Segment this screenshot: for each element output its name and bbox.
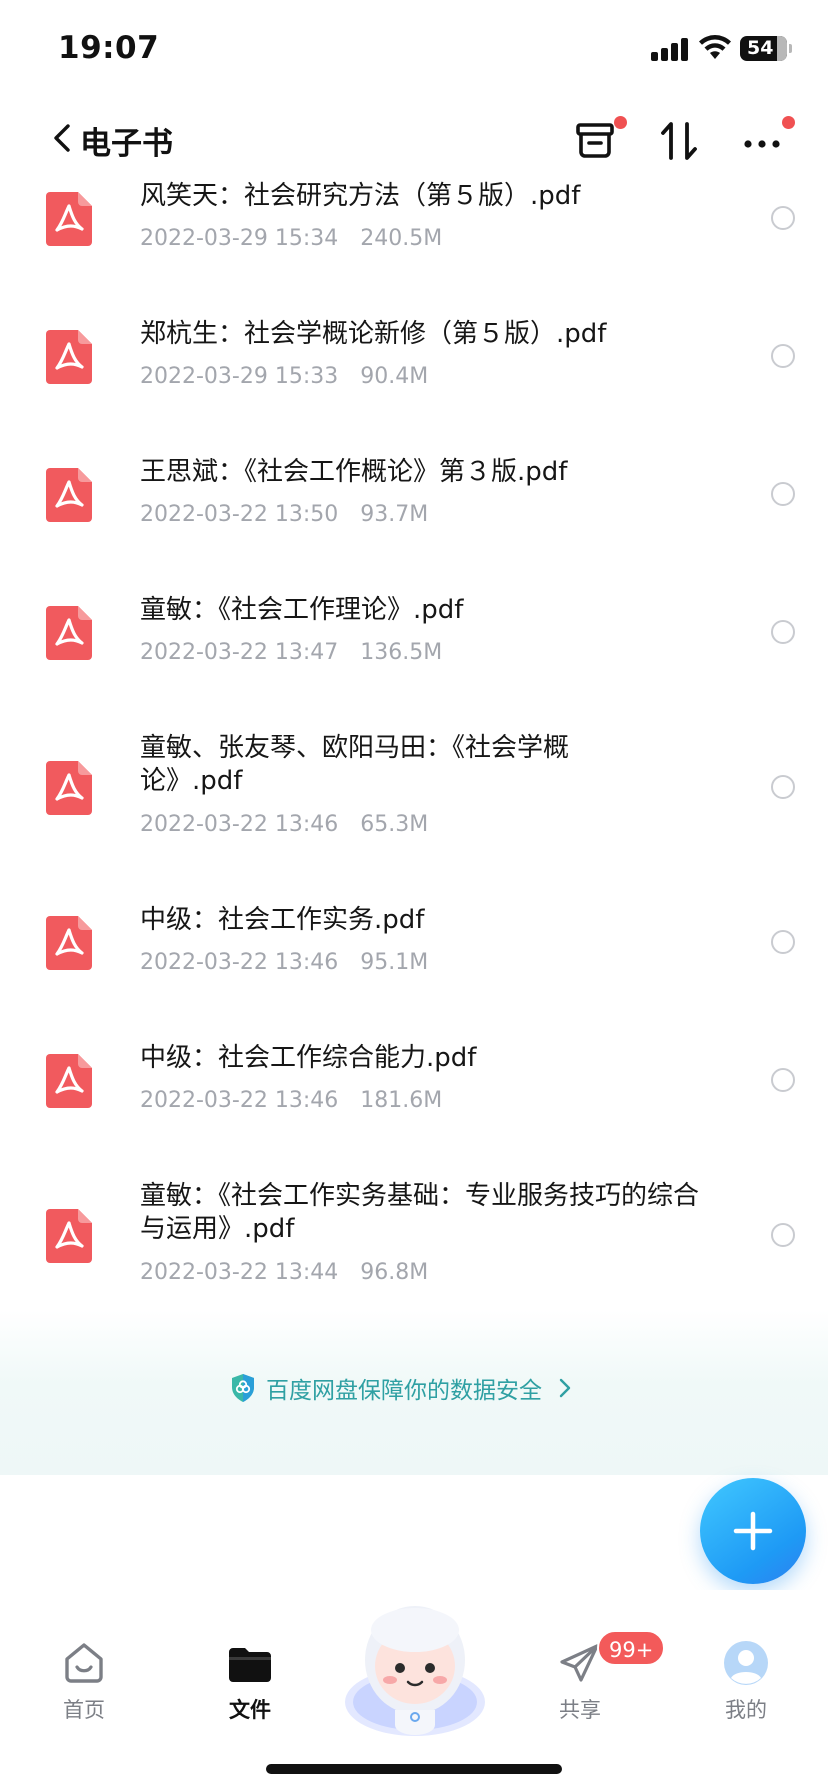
file-row[interactable]: 王思斌：《社会工作概论》第３版.pdf 2022-03-22 13:50 93.7… [0, 456, 828, 594]
transfer-box-icon [576, 123, 614, 158]
file-name: 中级：社会工作实务.pdf [140, 905, 425, 935]
file-meta: 2022-03-22 13:46 95.1M [140, 950, 428, 975]
pdf-file-icon [46, 916, 92, 970]
file-row[interactable]: 中级：社会工作实务.pdf 2022-03-22 13:46 95.1M [0, 904, 828, 1042]
file-size: 96.8M [360, 1260, 429, 1285]
sort-icon [661, 122, 697, 160]
file-size: 93.7M [360, 502, 429, 527]
more-icon [744, 140, 780, 148]
tab-label: 首页 [63, 1698, 105, 1722]
back-button[interactable] [48, 118, 78, 158]
select-checkbox[interactable] [771, 206, 795, 230]
file-date: 2022-03-29 15:34 [140, 226, 339, 251]
select-checkbox[interactable] [771, 930, 795, 954]
file-size: 136.5M [360, 640, 443, 665]
file-date: 2022-03-22 13:44 [140, 1260, 339, 1285]
file-name: 中级：社会工作综合能力.pdf [140, 1043, 477, 1073]
file-row[interactable]: 中级：社会工作综合能力.pdf 2022-03-22 13:46 181.6M [0, 1042, 828, 1180]
file-size: 95.1M [360, 950, 429, 975]
shield-icon [232, 1374, 254, 1402]
folder-icon [229, 1648, 271, 1682]
pdf-file-icon [46, 1054, 92, 1108]
file-date: 2022-03-22 13:50 [140, 502, 339, 527]
file-row[interactable]: 郑杭生：社会学概论新修（第５版）.pdf 2022-03-29 15:33 90.… [0, 318, 828, 456]
home-icon [65, 1643, 103, 1683]
file-date: 2022-03-22 13:47 [140, 640, 339, 665]
select-checkbox[interactable] [771, 620, 795, 644]
select-checkbox[interactable] [771, 482, 795, 506]
file-date: 2022-03-22 13:46 [140, 1088, 339, 1113]
nav-header: 电子书 [0, 100, 828, 180]
file-row[interactable]: 风笑天：社会研究方法（第５版）.pdf 2022-03-29 15:34 240.… [0, 180, 828, 318]
status-bar: 19:07 54 [0, 0, 828, 100]
file-meta: 2022-03-22 13:50 93.7M [140, 502, 428, 527]
file-row[interactable]: 童敏、张友琴、欧阳马田：《社会学概论》.pdf 2022-03-22 13:46… [0, 732, 828, 904]
tab-label: 文件 [229, 1698, 271, 1722]
battery-level: 54 [747, 37, 774, 59]
file-date: 2022-03-22 13:46 [140, 812, 339, 837]
tab-label: 我的 [725, 1698, 767, 1722]
file-size: 181.6M [360, 1088, 443, 1113]
security-banner-text: 百度网盘保障你的数据安全 [266, 1378, 542, 1404]
share-count-badge: 99+ [597, 1630, 666, 1666]
wifi-icon [699, 35, 731, 59]
select-checkbox[interactable] [771, 1223, 795, 1247]
mascot-assistant-icon[interactable] [340, 1590, 490, 1740]
file-name: 风笑天：社会研究方法（第５版）.pdf [140, 181, 581, 211]
file-size: 240.5M [360, 226, 443, 251]
file-name: 童敏：《社会工作实务基础：专业服务技巧的综合与运用》.pdf [140, 1181, 700, 1244]
cellular-signal-icon [651, 37, 689, 61]
pdf-file-icon [46, 1209, 92, 1263]
file-name: 王思斌：《社会工作概论》第３版.pdf [140, 457, 568, 487]
more-button[interactable] [740, 116, 795, 164]
select-checkbox[interactable] [771, 344, 795, 368]
battery-indicator: 54 [740, 36, 787, 61]
file-name: 郑杭生：社会学概论新修（第５版）.pdf [140, 319, 607, 349]
tab-label: 共享 [559, 1698, 601, 1722]
notification-dot [614, 116, 627, 129]
file-size: 90.4M [360, 364, 429, 389]
file-meta: 2022-03-22 13:46 181.6M [140, 1088, 442, 1113]
transfer-button[interactable] [572, 116, 627, 164]
chevron-right-icon [559, 1378, 571, 1398]
file-meta: 2022-03-22 13:47 136.5M [140, 640, 442, 665]
file-meta: 2022-03-22 13:46 65.3M [140, 812, 428, 837]
pdf-file-icon [46, 330, 92, 384]
add-button[interactable] [700, 1478, 806, 1584]
status-time: 19:07 [58, 30, 160, 66]
file-row[interactable]: 童敏：《社会工作理论》.pdf 2022-03-22 13:47 136.5M [0, 594, 828, 732]
pdf-file-icon [46, 606, 92, 660]
file-meta: 2022-03-29 15:34 240.5M [140, 226, 442, 251]
select-checkbox[interactable] [771, 1068, 795, 1092]
file-date: 2022-03-29 15:33 [140, 364, 339, 389]
file-name: 童敏：《社会工作理论》.pdf [140, 595, 464, 625]
page-title: 电子书 [80, 126, 173, 162]
security-banner[interactable]: 百度网盘保障你的数据安全 [230, 1370, 572, 1406]
pdf-file-icon [46, 468, 92, 522]
file-meta: 2022-03-29 15:33 90.4M [140, 364, 428, 389]
file-name: 童敏、张友琴、欧阳马田：《社会学概论》.pdf [140, 733, 570, 796]
avatar-icon [724, 1641, 768, 1685]
home-indicator [266, 1764, 562, 1774]
plus-icon [733, 1511, 773, 1551]
sort-button[interactable] [656, 116, 704, 164]
file-meta: 2022-03-22 13:44 96.8M [140, 1260, 428, 1285]
pdf-file-icon [46, 192, 92, 246]
file-size: 65.3M [360, 812, 429, 837]
file-date: 2022-03-22 13:46 [140, 950, 339, 975]
notification-dot [782, 116, 795, 129]
select-checkbox[interactable] [771, 775, 795, 799]
pdf-file-icon [46, 761, 92, 815]
